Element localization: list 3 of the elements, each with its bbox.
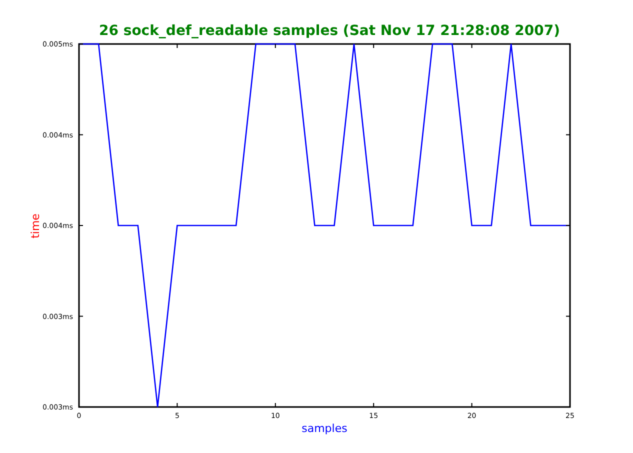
chart-title: 26 sock_def_readable samples (Sat Nov 17 21:28:08 2007) (99, 23, 560, 39)
axis-label: time (29, 214, 42, 238)
axis-label: samples (302, 422, 348, 435)
